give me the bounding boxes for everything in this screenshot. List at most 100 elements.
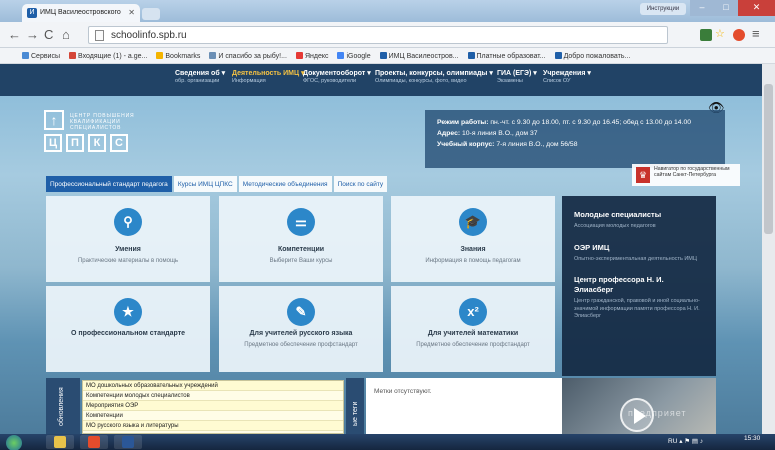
clock[interactable]: 15:30 — [744, 435, 760, 442]
tile-title: О профессиональном стандарте — [70, 330, 186, 337]
reload-icon[interactable]: C — [44, 27, 53, 42]
bookmark-label: Платные образоват... — [476, 53, 546, 60]
scrollbar-thumb[interactable] — [764, 84, 773, 234]
update-item[interactable]: Мероприятия ОЭР — [83, 401, 343, 411]
play-button-icon[interactable] — [620, 398, 654, 432]
tile-russian-teachers[interactable]: ✎ Для учителей русского языка Предметное о… — [219, 286, 383, 372]
home-icon[interactable]: ⌂ — [62, 27, 70, 42]
side-link[interactable]: Центр профессора Н. И. Элиасберг Центр гр… — [574, 275, 704, 321]
nav-item[interactable]: Документооборот ▾ ФГОС, руководители — [303, 69, 371, 84]
bookmark-item[interactable]: И спасибо за рыбу!... — [209, 52, 287, 60]
bookmark-item[interactable]: Входящие (1) - a.ge... — [69, 52, 147, 60]
star-bookmark-icon[interactable]: ☆ — [715, 27, 727, 40]
start-button-icon[interactable] — [6, 435, 22, 450]
taskbar-app[interactable] — [46, 435, 74, 449]
nav-item[interactable]: Проекты, конкурсы, олимпиады ▾ Олимпиады,… — [375, 69, 493, 84]
tile-title: Компетенции — [277, 246, 325, 253]
nav-item-subtitle: Экзамены — [497, 78, 523, 84]
nav-item[interactable]: Учреждения ▾ Список ОУ — [543, 69, 591, 84]
knowledge-icon: 🎓 — [459, 208, 487, 236]
bookmark-label: Сервисы — [31, 53, 61, 60]
page-document-icon — [95, 30, 104, 41]
bookmark-label: Яндекс — [304, 53, 329, 60]
bookmark-label: И спасибо за рыбу!... — [218, 53, 287, 60]
tile-knowledge[interactable]: 🎓 Знания Информация в помощь педагогам — [391, 196, 555, 282]
working-hours-panel: Режим работы: пн.-чт. с 9.30 до 18.00, п… — [425, 110, 725, 168]
tile-subtitle: Выберите Ваши курсы — [269, 258, 333, 264]
back-arrow-icon[interactable]: ← — [8, 27, 21, 42]
address-text: 10-я линия В.О., дом 37 — [462, 130, 538, 137]
russian-teachers-icon: ✎ — [287, 298, 315, 326]
logo-letter: П — [66, 134, 84, 152]
tags-heading: ые теги — [346, 378, 364, 434]
taskbar-app[interactable] — [114, 435, 142, 449]
bookmark-item[interactable]: Яндекс — [295, 52, 329, 60]
profile-badge[interactable]: Инструкции — [640, 3, 686, 15]
tags-empty-text: Метки отсутствуют. — [374, 388, 432, 395]
volume-icon[interactable]: ♪ — [700, 438, 703, 445]
bookmark-item[interactable]: iGoogle — [337, 52, 371, 60]
explorer-icon — [54, 436, 66, 448]
network-icon[interactable]: ▤ — [692, 438, 698, 445]
bookmark-item[interactable]: Сервисы — [22, 52, 61, 60]
bookmark-icon — [156, 52, 164, 59]
new-tab-button[interactable] — [142, 8, 160, 20]
menu-icon[interactable]: ≡ — [752, 26, 760, 41]
flag-icon[interactable]: ⚑ — [684, 438, 690, 445]
word-icon — [122, 436, 134, 448]
bookmark-icon — [554, 52, 562, 59]
hours-text: пн.-чт. с 9.30 до 18.00, пт. с 9.30 до 1… — [490, 119, 692, 126]
content-tab[interactable]: Курсы ИМЦ ЦПКС — [173, 176, 237, 192]
tile-competencies[interactable]: ⚌ Компетенции Выберите Ваши курсы — [219, 196, 383, 282]
maximize-button[interactable]: □ — [714, 0, 738, 16]
updates-list: МО дошкольных образовательных учреждений… — [82, 380, 344, 434]
close-window-button[interactable]: ✕ — [738, 0, 775, 16]
opera-extension-icon[interactable] — [733, 29, 745, 41]
bookmark-icon — [337, 52, 345, 59]
about-standard-icon: ★ — [114, 298, 142, 326]
forward-arrow-icon[interactable]: → — [26, 27, 39, 42]
side-link-title: Молодые специалисты — [574, 210, 662, 219]
side-link-subtitle: Центр гражданской, правовой и иной социа… — [574, 298, 700, 319]
update-item[interactable]: МО дошкольных образовательных учреждений — [83, 381, 343, 391]
nav-item[interactable]: Сведения об ▾ обр. организации — [175, 69, 225, 84]
navigator-text: Навигатор по государственным сайтам Санк… — [654, 166, 730, 178]
language-indicator[interactable]: RU — [668, 438, 677, 445]
tile-math-teachers[interactable]: x² Для учителей математики Предметное обес… — [391, 286, 555, 372]
bookmark-item[interactable]: Добро пожаловать... — [554, 52, 630, 60]
content-tab[interactable]: Методические объединения — [238, 176, 332, 192]
browser-tab[interactable]: И ИМЦ Василеостровского ✕ — [22, 4, 140, 22]
content-tab[interactable]: Поиск по сайту — [333, 176, 388, 192]
side-link[interactable]: ОЭР ИМЦ Опытно-экспериментальная деятельн… — [574, 243, 704, 264]
content-tab[interactable]: Профессиональный стандарт педагога — [46, 176, 172, 192]
content-tabs: Профессиональный стандарт педагога Курсы … — [46, 176, 389, 192]
taskbar-app[interactable] — [80, 435, 108, 449]
clock-time: 15:30 — [744, 435, 761, 442]
minimize-button[interactable]: – — [690, 0, 714, 16]
update-item[interactable]: Компетенции — [83, 411, 343, 421]
extension-icon[interactable] — [700, 29, 712, 41]
bookmarks-bar: Сервисы Входящие (1) - a.ge... Bookmarks И … — [0, 48, 775, 64]
url-bar[interactable]: schoolinfo.spb.ru — [88, 26, 668, 44]
tile-about-standard[interactable]: ★ О профессиональном стандарте — [46, 286, 210, 372]
side-link[interactable]: Молодые специалисты Ассоциация молодых пе… — [574, 210, 704, 231]
logo-text: ЦЕНТР ПОВЫШЕНИЯ КВАЛИФИКАЦИИ СПЕЦИАЛИСТО… — [70, 113, 135, 131]
update-item[interactable]: Компетенции молодых специалистов — [83, 391, 343, 401]
tab-close-icon[interactable]: ✕ — [128, 8, 135, 17]
tile-subtitle: Предметное обеспечение профстандарт — [416, 342, 530, 348]
web-page: Сведения об ▾ обр. организации Деятельност… — [0, 64, 762, 434]
updates-heading: обновления — [46, 378, 80, 434]
bookmark-item[interactable]: Bookmarks — [156, 52, 200, 60]
tags-heading-text: ые теги — [352, 401, 359, 426]
gov-navigator-link[interactable]: ♛ Навигатор по государственным сайтам Са… — [632, 164, 740, 186]
nav-item[interactable]: ГИА (ЕГЭ) ▾ Экзамены — [497, 69, 537, 84]
update-item[interactable]: МО русского языка и литературы — [83, 421, 343, 431]
video-player[interactable]: предприяет — [562, 378, 716, 434]
bookmark-item[interactable]: ИМЦ Василеостров... — [379, 52, 459, 60]
skills-icon: ⚲ — [114, 208, 142, 236]
nav-item[interactable]: Деятельность ИМЦ ▾ Информация — [232, 69, 305, 84]
bookmark-item[interactable]: Платные образоват... — [467, 52, 546, 60]
page-scrollbar[interactable] — [762, 64, 775, 434]
tile-skills[interactable]: ⚲ Умения Практические материалы в помощь — [46, 196, 210, 282]
tile-title: Для учителей русского языка — [249, 330, 353, 337]
